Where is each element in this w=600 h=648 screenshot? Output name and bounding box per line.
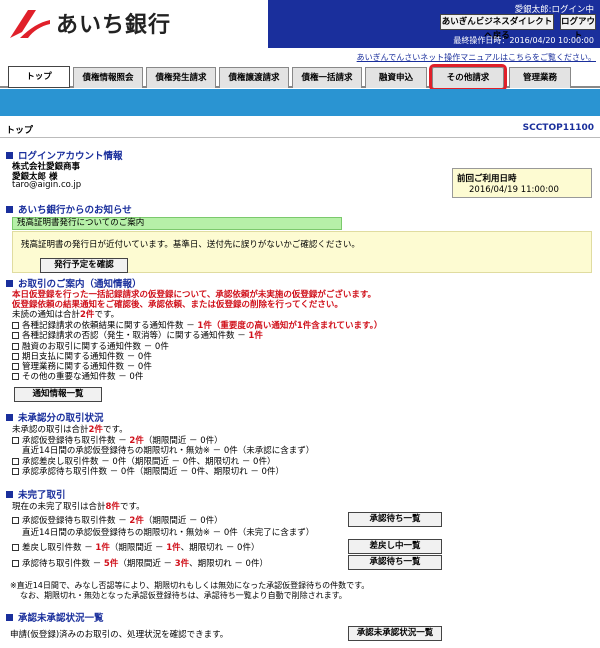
check-schedule-button[interactable]: 発行予定を確認 — [40, 258, 128, 273]
checkbox-icon — [12, 468, 19, 475]
checkbox-icon — [12, 544, 19, 551]
main-tabs: トップ 債権情報照会 債権発生請求 債権譲渡請求 債権一括請求 融資申込 その他… — [0, 63, 600, 91]
tab-admin[interactable]: 管理業務 — [509, 67, 571, 88]
returned-list-button[interactable]: 差戻し中一覧 — [348, 539, 442, 554]
tab-batch[interactable]: 債権一括請求 — [292, 67, 362, 88]
last-use-label: 前回ご利用日時 — [457, 174, 517, 184]
tab-other-requests[interactable]: その他請求 — [429, 64, 507, 91]
waiting-approval-list-button[interactable]: 承認待ち一覧 — [348, 555, 442, 570]
last-use-value: 2016/04/19 11:00:00 — [469, 185, 559, 195]
incomplete-line: 承認待ち取引件数 － 5件（期限間近 － 3件、期限切れ － 0件） — [12, 557, 268, 569]
section-bullet-icon — [6, 205, 13, 213]
incomplete-heading: 未完了取引 — [6, 487, 66, 501]
tab-loan[interactable]: 融資申込 — [365, 67, 427, 88]
section-bullet-icon — [6, 279, 13, 287]
bank-name: あいち銀行 — [56, 13, 172, 38]
checkbox-icon — [12, 560, 19, 567]
last-operation-time: 最終操作日時：2016/04/20 10:00:00 — [453, 36, 594, 45]
page-title: トップ — [6, 126, 34, 136]
incomplete-footnote-2: なお、期限切れ・無効となった承認仮登録待ちは、承認待ち一覧より自動で削除されます… — [20, 591, 347, 600]
notice-message: 残高証明書の発行日が近付いています。基準日、送付先に誤りがないかご確認ください。 — [21, 240, 360, 250]
bank-logo-icon — [10, 10, 50, 38]
section-bullet-icon — [6, 490, 13, 498]
user-email: taro@aigin.co.jp — [12, 180, 82, 190]
last-use-box: 前回ご利用日時 2016/04/19 11:00:00 — [452, 168, 592, 198]
header: あいち銀行 愛銀太郎:ログイン中 あいぎんビジネスダイレクトへ戻る ログアウト … — [0, 0, 600, 62]
announcement-heading: あいち銀行からのお知らせ — [6, 202, 132, 216]
checkbox-icon — [12, 458, 19, 465]
tab-inquiry[interactable]: 債権情報照会 — [73, 67, 143, 88]
checkbox-icon — [12, 322, 19, 329]
approval-status-heading: 承認未承認状況一覧 — [6, 610, 104, 624]
return-direct-button[interactable]: あいぎんビジネスダイレクトへ戻る — [440, 14, 554, 41]
logout-button[interactable]: ログアウト — [560, 14, 596, 41]
notification-list-button[interactable]: 通知情報一覧 — [14, 387, 102, 402]
checkbox-icon — [12, 353, 19, 360]
page-bar: トップ SCCTOP11100 — [0, 120, 600, 138]
section-bullet-icon — [6, 613, 13, 621]
incomplete-line: 差戻し取引件数 － 1件（期限間近 － 1件、期限切れ － 0件） — [12, 541, 259, 553]
checkbox-icon — [12, 437, 19, 444]
checkbox-icon — [12, 332, 19, 339]
section-bullet-icon — [6, 413, 13, 421]
bank-logo[interactable]: あいち銀行 — [8, 6, 171, 40]
manual-link[interactable]: あいぎんでんさいネット操作マニュアルはこちらをご覧ください。 — [357, 52, 596, 63]
tab-transfer[interactable]: 債権譲渡請求 — [219, 67, 289, 88]
incomplete-line: 承認仮登録待ち取引件数 － 2件（期限間近 － 0件） — [12, 514, 223, 526]
tab-issue[interactable]: 債権発生請求 — [146, 67, 216, 88]
incomplete-line: 直近14日間の承認仮登録待ちの期限切れ・無効※ － 0件（未完了に含まず） — [22, 528, 315, 538]
pending-approval-heading: 未承認分の取引状況 — [6, 410, 104, 424]
notification-item[interactable]: その他の重要な通知件数 － 0件 — [12, 370, 143, 382]
page-id: SCCTOP11100 — [522, 123, 594, 133]
pending-line: 承認承認待ち取引件数 － 0件（期限間近 － 0件、期限切れ － 0件） — [12, 465, 284, 477]
checkbox-icon — [12, 517, 19, 524]
checkbox-icon — [12, 373, 19, 380]
section-bullet-icon — [6, 151, 13, 159]
checkbox-icon — [12, 363, 19, 370]
approval-status-list-button[interactable]: 承認未承認状況一覧 — [348, 626, 442, 641]
checkbox-icon — [12, 343, 19, 350]
notice-title: 残高証明書発行についてのご案内 — [12, 217, 342, 230]
incomplete-total: 現在の未完了取引は合計8件です。 — [12, 502, 145, 512]
sub-menu-band — [0, 89, 600, 116]
approval-status-desc: 申請(仮登録)済みのお取引の、処理状況を確認できます。 — [10, 630, 229, 640]
tab-top[interactable]: トップ — [8, 66, 70, 88]
user-panel: 愛銀太郎:ログイン中 あいぎんビジネスダイレクトへ戻る ログアウト 最終操作日時… — [268, 0, 600, 48]
pending-approval-list-button[interactable]: 承認待ち一覧 — [348, 512, 442, 527]
